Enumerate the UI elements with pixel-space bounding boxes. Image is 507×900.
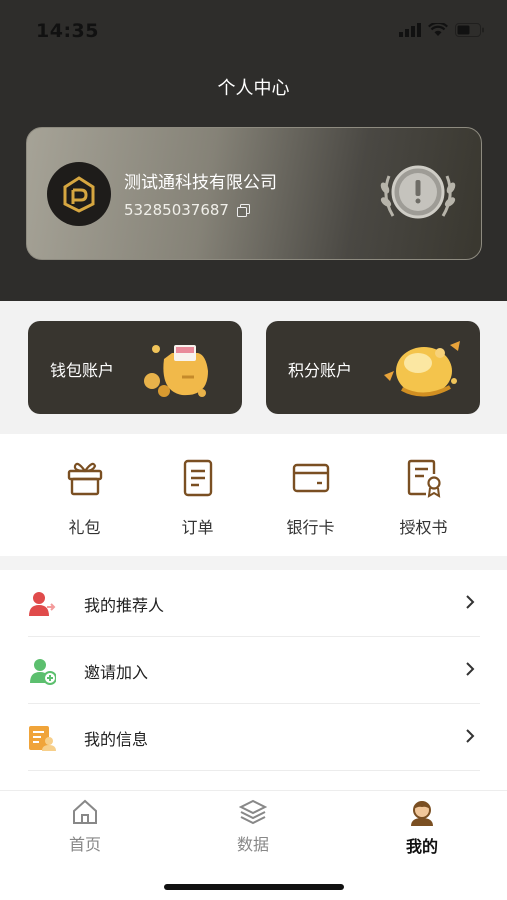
home-icon <box>73 799 97 824</box>
home-indicator <box>164 884 344 890</box>
signal-icon <box>399 23 421 37</box>
shortcut-certificate[interactable]: 授权书 <box>367 458 480 548</box>
account-cards: 钱包账户 积分账户 <box>0 301 507 434</box>
shortcut-order-label: 订单 <box>181 518 214 537</box>
shortcut-gift-label: 礼包 <box>68 518 101 537</box>
info-icon <box>29 726 56 751</box>
tab-home-label: 首页 <box>68 835 101 854</box>
piggy-bank-icon <box>384 341 460 397</box>
order-icon <box>183 459 212 497</box>
certificate-icon <box>407 459 441 498</box>
menu-list: 我的推荐人 邀请加入 我的信息 <box>0 570 507 790</box>
menu-item-invite[interactable]: 邀请加入 <box>0 637 507 704</box>
points-account-label: 积分账户 <box>288 361 353 380</box>
gift-icon <box>67 462 102 496</box>
shortcut-order[interactable]: 订单 <box>141 458 254 548</box>
battery-icon <box>455 23 484 37</box>
wallet-icon <box>144 345 208 397</box>
wifi-icon <box>428 23 448 36</box>
shortcut-certificate-label: 授权书 <box>399 518 448 537</box>
wallet-account-card[interactable]: 钱包账户 <box>28 321 242 414</box>
account-number: 53285037687 <box>124 201 229 219</box>
points-account-card[interactable]: 积分账户 <box>266 321 480 414</box>
referrer-icon <box>29 592 56 616</box>
company-logo <box>47 162 111 226</box>
chevron-right-icon <box>466 662 475 676</box>
company-name: 测试通科技有限公司 <box>124 173 277 193</box>
bank-card-icon <box>292 463 329 493</box>
menu-item-info[interactable]: 我的信息 <box>0 704 507 771</box>
shortcut-bank-card[interactable]: 银行卡 <box>254 458 367 548</box>
member-medal-icon <box>380 165 456 219</box>
status-icons <box>399 23 485 37</box>
menu-item-referrer-label: 我的推荐人 <box>84 596 165 615</box>
chevron-right-icon <box>466 595 475 609</box>
member-card[interactable]: 测试通科技有限公司 53285037687 <box>26 127 482 260</box>
page-title: 个人中心 <box>217 78 290 99</box>
copy-icon[interactable] <box>236 203 250 217</box>
divider <box>28 770 480 771</box>
menu-item-invite-label: 邀请加入 <box>84 663 149 682</box>
shortcut-bank-card-label: 银行卡 <box>286 518 335 537</box>
shortcut-gift[interactable]: 礼包 <box>28 458 141 548</box>
company-logo-icon <box>63 176 95 213</box>
menu-item-info-label: 我的信息 <box>84 730 149 749</box>
shortcut-grid: 礼包 订单 银行卡 授权书 <box>0 434 507 556</box>
account-number-row: 53285037687 <box>124 201 250 219</box>
header: 14:35 个人中心 测试通科技有限公司 53285037687 <box>0 0 507 301</box>
wallet-account-label: 钱包账户 <box>50 361 115 380</box>
layers-icon <box>239 799 267 825</box>
tab-data-label: 数据 <box>236 835 269 854</box>
profile-icon <box>411 801 433 826</box>
tab-profile[interactable]: 我的 <box>382 799 462 857</box>
invite-icon <box>30 659 56 685</box>
status-bar: 14:35 <box>0 0 507 60</box>
chevron-right-icon <box>466 729 475 743</box>
tab-profile-label: 我的 <box>405 837 438 856</box>
menu-item-referrer[interactable]: 我的推荐人 <box>0 570 507 637</box>
status-time: 14:35 <box>36 20 99 42</box>
tab-data[interactable]: 数据 <box>213 799 293 855</box>
tab-home[interactable]: 首页 <box>45 799 125 855</box>
